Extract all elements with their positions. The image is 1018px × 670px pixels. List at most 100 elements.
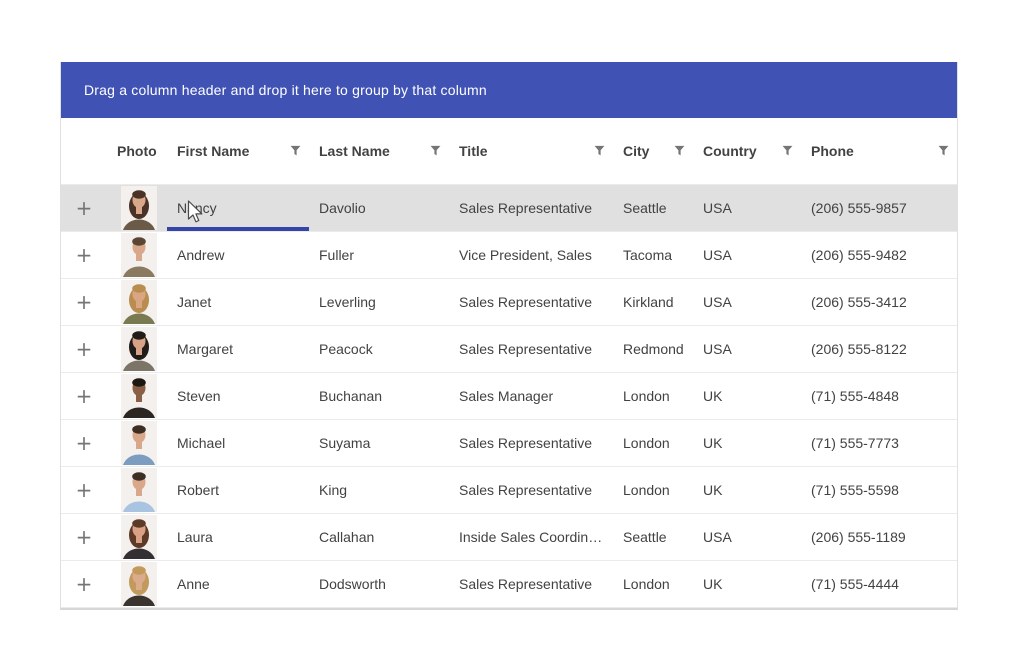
country-cell[interactable]: UK: [693, 372, 801, 419]
employee-photo: [121, 421, 157, 465]
country-cell[interactable]: USA: [693, 325, 801, 372]
country-cell[interactable]: USA: [693, 231, 801, 278]
first-name-cell[interactable]: Michael: [167, 419, 309, 466]
expand-row-button[interactable]: +: [76, 198, 93, 218]
first-name-filter-button[interactable]: [288, 143, 303, 158]
header-last-name-label: Last Name: [319, 143, 390, 159]
city-cell[interactable]: Kirkland: [613, 278, 693, 325]
filter-funnel-icon: [594, 145, 605, 156]
header-title[interactable]: Title: [449, 118, 613, 184]
phone-cell[interactable]: (71) 555-7773: [801, 419, 957, 466]
city-cell[interactable]: London: [613, 372, 693, 419]
header-country[interactable]: Country: [693, 118, 801, 184]
first-name-cell[interactable]: Steven: [167, 372, 309, 419]
expand-row-button[interactable]: +: [76, 245, 93, 265]
title-cell[interactable]: Sales Representative: [449, 466, 613, 513]
header-country-label: Country: [703, 143, 757, 159]
first-name-cell[interactable]: Laura: [167, 513, 309, 560]
photo-cell: [107, 419, 167, 466]
group-drop-zone[interactable]: Drag a column header and drop it here to…: [61, 62, 957, 118]
first-name-cell[interactable]: Janet: [167, 278, 309, 325]
phone-cell[interactable]: (206) 555-1189: [801, 513, 957, 560]
title-filter-button[interactable]: [592, 143, 607, 158]
phone-cell[interactable]: (206) 555-9482: [801, 231, 957, 278]
city-cell[interactable]: London: [613, 560, 693, 607]
country-filter-button[interactable]: [780, 143, 795, 158]
country-cell[interactable]: USA: [693, 184, 801, 231]
page: Drag a column header and drop it here to…: [0, 0, 1018, 670]
last-name-cell[interactable]: Peacock: [309, 325, 449, 372]
city-filter-button[interactable]: [672, 143, 687, 158]
phone-filter-button[interactable]: [936, 143, 951, 158]
expand-row-button[interactable]: +: [76, 339, 93, 359]
filter-funnel-icon: [674, 145, 685, 156]
phone-cell[interactable]: (206) 555-9857: [801, 184, 957, 231]
last-name-cell[interactable]: Suyama: [309, 419, 449, 466]
city-cell[interactable]: London: [613, 419, 693, 466]
header-photo-label: Photo: [117, 143, 157, 159]
cell-edit-underline: [167, 227, 309, 231]
expand-row-button[interactable]: +: [76, 480, 93, 500]
table-row: + Michael Suyama Sale: [61, 419, 957, 466]
header-photo[interactable]: Photo: [107, 118, 167, 184]
country-cell[interactable]: USA: [693, 513, 801, 560]
title-cell[interactable]: Sales Representative: [449, 560, 613, 607]
city-cell[interactable]: Seattle: [613, 184, 693, 231]
country-cell[interactable]: UK: [693, 419, 801, 466]
expand-row-button[interactable]: +: [76, 386, 93, 406]
last-name-cell[interactable]: Buchanan: [309, 372, 449, 419]
country-cell[interactable]: UK: [693, 560, 801, 607]
title-cell[interactable]: Vice President, Sales: [449, 231, 613, 278]
first-name-cell[interactable]: Robert: [167, 466, 309, 513]
expand-row-button[interactable]: +: [76, 292, 93, 312]
title-cell[interactable]: Sales Representative: [449, 325, 613, 372]
last-name-cell[interactable]: Davolio: [309, 184, 449, 231]
country-cell[interactable]: USA: [693, 278, 801, 325]
group-drop-zone-message: Drag a column header and drop it here to…: [84, 82, 487, 98]
first-name-cell[interactable]: Margaret: [167, 325, 309, 372]
last-name-cell[interactable]: Fuller: [309, 231, 449, 278]
city-cell[interactable]: Tacoma: [613, 231, 693, 278]
title-cell[interactable]: Sales Representative: [449, 419, 613, 466]
city-cell[interactable]: Seattle: [613, 513, 693, 560]
city-cell[interactable]: Redmond: [613, 325, 693, 372]
phone-cell[interactable]: (71) 555-5598: [801, 466, 957, 513]
first-name-cell[interactable]: Andrew: [167, 231, 309, 278]
last-name-cell[interactable]: King: [309, 466, 449, 513]
expand-row-button[interactable]: +: [76, 527, 93, 547]
last-name-cell[interactable]: Leverling: [309, 278, 449, 325]
title-cell[interactable]: Sales Representative: [449, 184, 613, 231]
last-name-filter-button[interactable]: [428, 143, 443, 158]
phone-cell[interactable]: (71) 555-4848: [801, 372, 957, 419]
employees-table: Photo First Name Last Name Title: [61, 118, 957, 608]
filter-funnel-icon: [782, 145, 793, 156]
header-last-name[interactable]: Last Name: [309, 118, 449, 184]
title-cell[interactable]: Inside Sales Coordinator: [449, 513, 613, 560]
first-name-cell[interactable]: Nancy: [167, 184, 309, 231]
last-name-cell[interactable]: Dodsworth: [309, 560, 449, 607]
header-phone[interactable]: Phone: [801, 118, 957, 184]
employee-photo: [121, 562, 157, 606]
header-first-name[interactable]: First Name: [167, 118, 309, 184]
city-cell[interactable]: London: [613, 466, 693, 513]
expand-cell: +: [61, 231, 107, 278]
table-row: + Margaret Peacock Sa: [61, 325, 957, 372]
phone-cell[interactable]: (71) 555-4444: [801, 560, 957, 607]
photo-cell: [107, 466, 167, 513]
expand-cell: +: [61, 513, 107, 560]
expand-cell: +: [61, 560, 107, 607]
expand-row-button[interactable]: +: [76, 433, 93, 453]
title-cell[interactable]: Sales Representative: [449, 278, 613, 325]
phone-cell[interactable]: (206) 555-8122: [801, 325, 957, 372]
header-city[interactable]: City: [613, 118, 693, 184]
first-name-cell[interactable]: Anne: [167, 560, 309, 607]
employee-photo: [121, 280, 157, 324]
phone-cell[interactable]: (206) 555-3412: [801, 278, 957, 325]
header-title-label: Title: [459, 143, 488, 159]
table-row: + Anne Dodsworth Sale: [61, 560, 957, 607]
country-cell[interactable]: UK: [693, 466, 801, 513]
photo-cell: [107, 372, 167, 419]
expand-row-button[interactable]: +: [76, 574, 93, 594]
title-cell[interactable]: Sales Manager: [449, 372, 613, 419]
last-name-cell[interactable]: Callahan: [309, 513, 449, 560]
